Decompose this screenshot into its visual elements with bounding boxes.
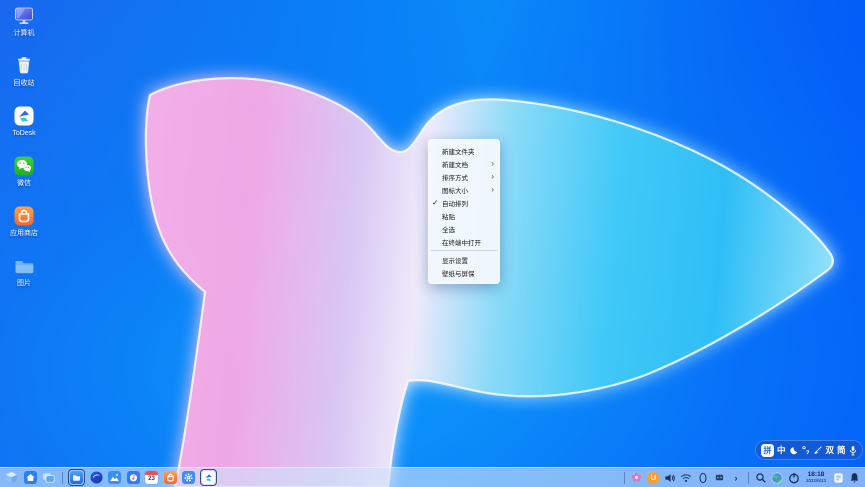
menu-item-select-all[interactable]: 全选 — [429, 222, 499, 235]
desktop-icon-label: 应用商店 — [10, 230, 38, 237]
system-tray: U › 18:18 2022/6/23 — [622, 471, 861, 484]
calendar-icon[interactable]: 23 — [144, 470, 159, 485]
ime-chinese-mode[interactable]: 中 — [777, 446, 786, 455]
fullmoon-icon[interactable] — [789, 446, 798, 455]
submenu-arrow-icon: › — [491, 184, 494, 194]
desktop-icon-label: 图片 — [17, 280, 31, 287]
menu-item-sort-by[interactable]: 排序方式 › — [429, 170, 499, 183]
taskbar-left-icons: 23 — [4, 469, 217, 486]
ime-shuangpin[interactable]: 双 — [826, 446, 835, 455]
music-player-icon[interactable] — [126, 470, 141, 485]
multitasking-view-icon[interactable] — [41, 470, 56, 485]
submenu-arrow-icon: › — [491, 171, 494, 181]
control-center-icon[interactable] — [181, 470, 196, 485]
desktop-icon-app-store[interactable]: 应用商店 — [1, 205, 47, 238]
tray-separator — [747, 471, 749, 484]
search-icon[interactable] — [754, 471, 767, 484]
app-store-icon — [14, 206, 34, 226]
clipboard-icon[interactable] — [832, 471, 845, 484]
clock-date: 2022/6/23 — [805, 478, 826, 483]
browser-icon[interactable] — [89, 470, 104, 485]
home-launcher-icon[interactable] — [23, 470, 38, 485]
computer-icon — [15, 7, 33, 24]
launcher-cube-icon[interactable] — [4, 470, 19, 485]
todesk-icon — [14, 106, 34, 126]
pictures-folder-icon — [15, 261, 34, 274]
ime-simplified[interactable]: 简 — [837, 446, 846, 455]
menu-item-new-folder[interactable]: 新建文件夹 — [429, 144, 499, 157]
desktop-icon-todesk[interactable]: ToDesk — [1, 105, 47, 138]
desktop-icon-label: 微信 — [17, 180, 31, 187]
desktop-icon-label: 计算机 — [13, 30, 35, 37]
desktop-context-menu: 新建文件夹 新建文档 › 排序方式 › 图标大小 › ✓ 自动排列 粘贴 全选 在终端中… — [428, 139, 500, 284]
punctuation-icon[interactable] — [801, 445, 810, 455]
recycle-bin-icon — [18, 57, 30, 74]
image-viewer-icon[interactable] — [107, 470, 122, 485]
desktop-icon-label: 回收站 — [13, 80, 35, 87]
todesk-taskbar-icon[interactable] — [199, 469, 217, 486]
pen-icon[interactable] — [813, 445, 823, 455]
tray-expand-chevron-icon[interactable]: › — [729, 471, 742, 484]
network-globe-icon[interactable] — [771, 471, 784, 484]
microphone-icon[interactable] — [849, 445, 857, 456]
wifi-icon[interactable] — [680, 471, 693, 484]
tray-separator — [623, 471, 625, 484]
menu-item-new-document[interactable]: 新建文档 › — [429, 157, 499, 170]
app-store-icon[interactable] — [163, 470, 178, 485]
bluetooth-icon[interactable] — [696, 471, 709, 484]
power-icon[interactable] — [787, 471, 800, 484]
u-badge-icon[interactable]: U — [647, 471, 660, 484]
pinyin-badge-icon[interactable]: 拼 — [761, 443, 774, 457]
menu-item-icon-size[interactable]: 图标大小 › — [429, 183, 499, 196]
notification-bell-icon[interactable] — [848, 471, 861, 484]
file-manager-icon[interactable] — [68, 469, 85, 486]
menu-item-auto-arrange[interactable]: ✓ 自动排列 — [429, 196, 499, 209]
submenu-arrow-icon: › — [491, 158, 494, 168]
desktop-icon-wechat[interactable]: 微信 — [1, 155, 47, 188]
peripheral-icon[interactable] — [713, 471, 726, 484]
taskbar: 23 U › 18:18 2022/6/23 — [0, 467, 865, 487]
menu-item-wallpaper-screensaver[interactable]: 壁纸与屏保 — [429, 266, 499, 279]
taskbar-separator — [61, 471, 63, 484]
flower-app-icon[interactable] — [630, 471, 643, 484]
calendar-day: 23 — [148, 475, 155, 482]
taskbar-clock[interactable]: 18:18 2022/6/23 — [805, 471, 826, 484]
desktop-icon-label: ToDesk — [12, 130, 36, 137]
volume-icon[interactable] — [663, 471, 676, 484]
input-method-status-bar: 拼 中 双 简 — [755, 440, 863, 460]
menu-item-paste[interactable]: 粘贴 — [429, 209, 499, 222]
wechat-icon — [14, 156, 34, 176]
menu-separator — [431, 250, 497, 251]
desktop-icon-computer[interactable]: 计算机 — [1, 5, 47, 38]
menu-item-display-settings[interactable]: 显示设置 — [429, 253, 499, 266]
menu-item-open-in-terminal[interactable]: 在终端中打开 — [429, 235, 499, 248]
checkmark-icon: ✓ — [432, 198, 439, 207]
desktop-icon-recycle-bin[interactable]: 回收站 — [1, 55, 47, 88]
desktop-icon-pictures[interactable]: 图片 — [1, 255, 47, 288]
